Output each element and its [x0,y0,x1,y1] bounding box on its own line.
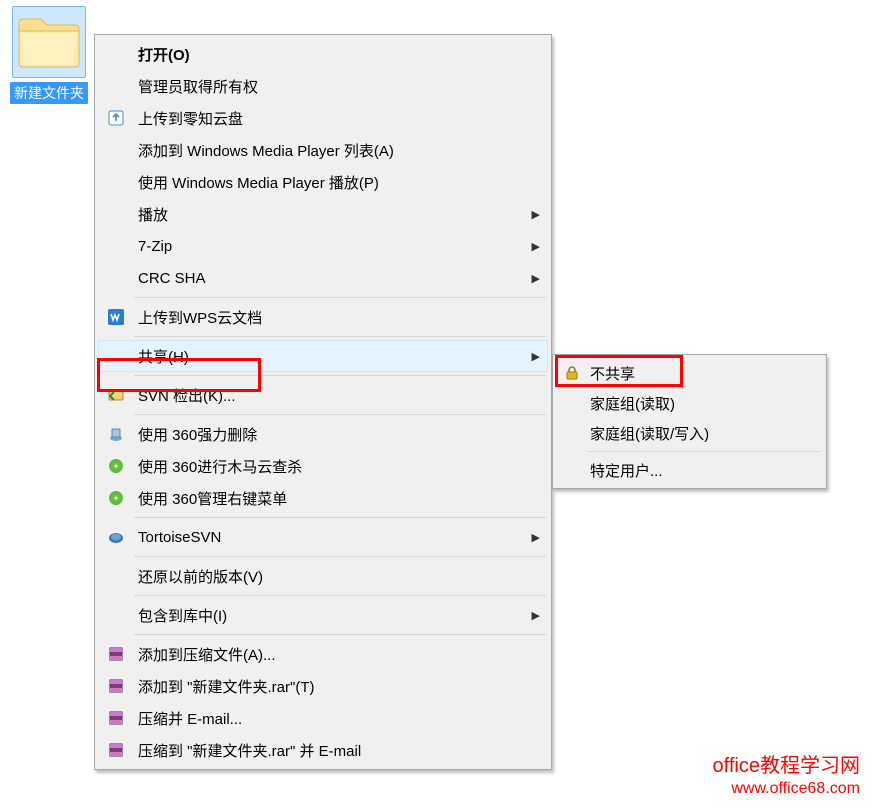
menu-svn-checkout[interactable]: SVN 检出(K)... [98,379,548,411]
menu-360-delete[interactable]: 使用 360强力删除 [98,418,548,450]
folder-selection [12,6,86,78]
chevron-right-icon: ▶ [520,350,540,363]
watermark-line1: office教程学习网 [713,753,860,779]
menu-wmp-play-label: 使用 Windows Media Player 播放(P) [130,172,520,193]
menu-rar-email-label: 压缩并 E-mail... [130,708,520,729]
submenu-homegroup-rw-label: 家庭组(读取/写入) [584,423,815,444]
submenu-homegroup-read[interactable]: 家庭组(读取) [556,388,823,418]
menu-360-delete-label: 使用 360强力删除 [130,424,520,445]
menu-include-library-label: 包含到库中(I) [130,605,520,626]
wps-icon [102,308,130,326]
menu-separator [134,595,546,596]
svg-text:+: + [113,461,118,471]
menu-crcsha[interactable]: CRC SHA ▶ [98,262,548,294]
chevron-right-icon: ▶ [520,208,540,221]
menu-rar-email-name-label: 压缩到 "新建文件夹.rar" 并 E-mail [130,740,520,761]
winrar-icon [102,645,130,663]
menu-play[interactable]: 播放 ▶ [98,198,548,230]
folder-label: 新建文件夹 [10,82,88,104]
menu-360-scan-label: 使用 360进行木马云查杀 [130,456,520,477]
360-delete-icon [102,425,130,443]
menu-360-scan[interactable]: + 使用 360进行木马云查杀 [98,450,548,482]
menu-wmp-play[interactable]: 使用 Windows Media Player 播放(P) [98,166,548,198]
cloud-upload-icon [102,109,130,127]
menu-rar-email-name[interactable]: 压缩到 "新建文件夹.rar" 并 E-mail [98,734,548,766]
menu-separator [134,336,546,337]
360-scan-icon: + [102,457,130,475]
menu-share-label: 共享(H) [130,346,520,367]
menu-rar-add-name-label: 添加到 "新建文件夹.rar"(T) [130,676,520,697]
desktop-folder[interactable]: 新建文件夹 [4,6,94,104]
menu-tortoisesvn-label: TortoiseSVN [130,529,520,546]
menu-separator [134,517,546,518]
menu-open[interactable]: 打开(O) [98,38,548,70]
winrar-icon [102,709,130,727]
menu-upload-wps[interactable]: 上传到WPS云文档 [98,301,548,333]
menu-play-label: 播放 [130,204,520,225]
menu-rar-add-label: 添加到压缩文件(A)... [130,644,520,665]
chevron-right-icon: ▶ [520,609,540,622]
menu-360-contextmenu-label: 使用 360管理右键菜单 [130,488,520,509]
menu-separator [134,634,546,635]
menu-tortoisesvn[interactable]: TortoiseSVN ▶ [98,521,548,553]
360-menu-icon: + [102,489,130,507]
menu-wmp-add[interactable]: 添加到 Windows Media Player 列表(A) [98,134,548,166]
menu-7zip-label: 7-Zip [130,238,520,255]
menu-svn-checkout-label: SVN 检出(K)... [130,385,520,406]
submenu-no-share[interactable]: 不共享 [556,358,823,388]
chevron-right-icon: ▶ [520,240,540,253]
menu-7zip[interactable]: 7-Zip ▶ [98,230,548,262]
menu-include-library[interactable]: 包含到库中(I) ▶ [98,599,548,631]
menu-360-contextmenu[interactable]: + 使用 360管理右键菜单 [98,482,548,514]
watermark: office教程学习网 www.office68.com [713,753,860,800]
share-submenu: 不共享 家庭组(读取) 家庭组(读取/写入) 特定用户... [552,354,827,489]
submenu-specific-users-label: 特定用户... [584,460,815,481]
menu-restore-previous[interactable]: 还原以前的版本(V) [98,560,548,592]
menu-rar-add[interactable]: 添加到压缩文件(A)... [98,638,548,670]
menu-separator [134,414,546,415]
winrar-icon [102,677,130,695]
chevron-right-icon: ▶ [520,272,540,285]
lock-icon [560,364,584,382]
menu-admin-own[interactable]: 管理员取得所有权 [98,70,548,102]
menu-separator [134,297,546,298]
menu-upload-lz-label: 上传到零知云盘 [130,108,520,129]
menu-separator [134,556,546,557]
winrar-icon [102,741,130,759]
menu-separator [588,451,821,452]
menu-wmp-add-label: 添加到 Windows Media Player 列表(A) [130,140,520,161]
menu-rar-add-name[interactable]: 添加到 "新建文件夹.rar"(T) [98,670,548,702]
tortoise-icon [102,528,130,546]
folder-icon [17,13,81,69]
submenu-homegroup-rw[interactable]: 家庭组(读取/写入) [556,418,823,448]
menu-upload-lz[interactable]: 上传到零知云盘 [98,102,548,134]
menu-crcsha-label: CRC SHA [130,270,520,287]
svg-text:+: + [113,493,118,503]
watermark-line2: www.office68.com [713,779,860,800]
svn-checkout-icon [102,386,130,404]
submenu-homegroup-read-label: 家庭组(读取) [584,393,815,414]
context-menu: 打开(O) 管理员取得所有权 上传到零知云盘 添加到 Windows Media… [94,34,552,770]
menu-restore-previous-label: 还原以前的版本(V) [130,566,520,587]
submenu-no-share-label: 不共享 [584,363,815,384]
chevron-right-icon: ▶ [520,531,540,544]
submenu-specific-users[interactable]: 特定用户... [556,455,823,485]
menu-share[interactable]: 共享(H) ▶ [98,340,548,372]
menu-admin-own-label: 管理员取得所有权 [130,76,520,97]
menu-rar-email[interactable]: 压缩并 E-mail... [98,702,548,734]
menu-open-label: 打开(O) [130,44,520,65]
menu-upload-wps-label: 上传到WPS云文档 [130,307,520,328]
menu-separator [134,375,546,376]
